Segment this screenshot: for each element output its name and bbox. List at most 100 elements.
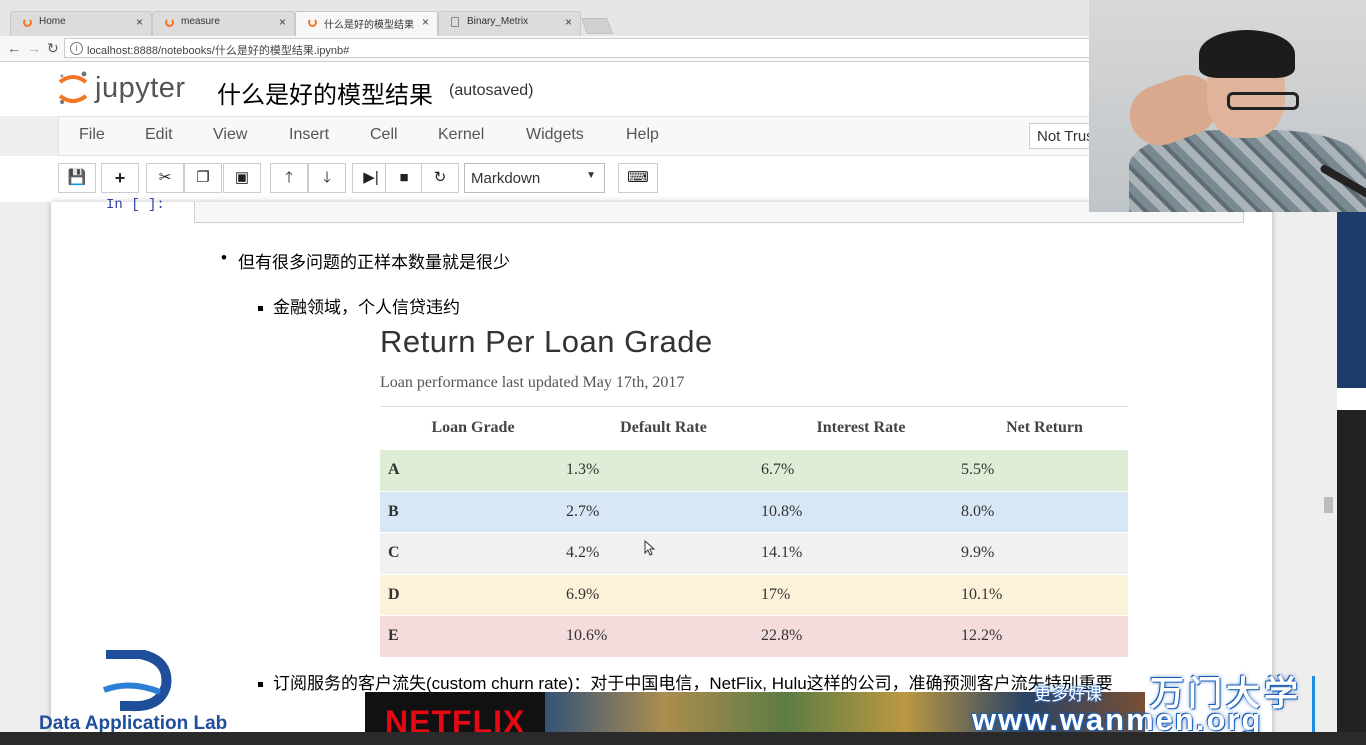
bullet-item: 但有很多问题的正样本数量就是很少 <box>221 248 510 273</box>
column-header: Net Return <box>961 406 1128 450</box>
sub-bullet-text: 金融领域，个人信贷违约 <box>273 298 460 317</box>
loan-grade-table: Loan Grade Default Rate Interest Rate Ne… <box>380 406 1128 657</box>
net-return-cell: 8.0% <box>961 490 1128 533</box>
url-text: localhost:8888/notebooks/什么是好的模型结果.ipynb… <box>87 45 350 57</box>
menu-widgets[interactable]: Widgets <box>526 126 584 144</box>
menu-edit[interactable]: Edit <box>145 126 173 144</box>
menu-cell[interactable]: Cell <box>370 126 398 144</box>
mouse-cursor-icon <box>644 540 656 556</box>
chevron-down-icon: ▼ <box>586 170 596 181</box>
grade-cell: D <box>380 573 566 616</box>
stop-icon: ■ <box>399 169 409 186</box>
paste-button[interactable]: ▣ <box>223 163 261 193</box>
close-icon[interactable]: × <box>279 15 286 29</box>
column-header: Loan Grade <box>380 406 566 450</box>
net-return-cell: 5.5% <box>961 449 1128 491</box>
paste-icon: ▣ <box>234 169 250 186</box>
back-arrow-icon[interactable]: ← <box>7 40 21 56</box>
copy-icon: ❐ <box>196 169 210 186</box>
window-edge <box>1337 388 1366 410</box>
sub-bullet-item: 订阅服务的客户流失(custom churn rate)：对于中国电信，NetF… <box>258 669 1113 694</box>
info-icon[interactable]: i <box>70 42 83 55</box>
watermark-divider <box>1312 676 1315 732</box>
close-icon[interactable]: × <box>136 15 143 29</box>
figure-subtitle: Loan performance last updated May 17th, … <box>380 374 685 391</box>
table-row: C 4.2% 14.1% 9.9% <box>380 532 1128 574</box>
net-return-cell: 10.1% <box>961 573 1128 616</box>
jupyter-icon <box>165 18 174 27</box>
add-cell-icon: + <box>114 168 126 188</box>
url-input[interactable]: i localhost:8888/notebooks/什么是好的模型结果.ipy… <box>64 38 1154 58</box>
jupyter-logo-icon[interactable] <box>57 70 89 106</box>
cut-icon: ✂ <box>158 169 172 186</box>
autosave-status: (autosaved) <box>449 82 534 99</box>
net-return-cell: 12.2% <box>961 615 1128 657</box>
menu-file[interactable]: File <box>79 126 105 144</box>
save-button[interactable]: 💾 <box>58 163 96 193</box>
close-icon[interactable]: × <box>565 15 572 29</box>
forward-arrow-icon[interactable]: → <box>27 40 41 56</box>
bullet-text: 但有很多问题的正样本数量就是很少 <box>238 253 510 272</box>
browser-tab-binary-metrix[interactable]: Binary_Metrix × <box>438 11 581 36</box>
table-header-row: Loan Grade Default Rate Interest Rate Ne… <box>380 406 1128 450</box>
run-icon: ▶| <box>363 169 379 186</box>
document-icon <box>451 17 459 27</box>
jupyter-icon <box>308 18 317 27</box>
notebook-title[interactable]: 什么是好的模型结果 <box>217 75 433 110</box>
interest-rate-cell: 22.8% <box>761 615 961 657</box>
interest-rate-cell: 14.1% <box>761 532 961 574</box>
move-up-button[interactable]: 🡑 <box>270 163 308 193</box>
figure-title: Return Per Loan Grade <box>380 324 713 359</box>
interest-rate-cell: 6.7% <box>761 449 961 491</box>
scrollbar-thumb[interactable] <box>1324 497 1333 513</box>
default-rate-cell: 10.6% <box>566 615 761 657</box>
grade-cell: B <box>380 490 566 533</box>
code-cell-input[interactable] <box>194 202 1244 223</box>
webcam-overlay <box>1089 0 1366 212</box>
menu-kernel[interactable]: Kernel <box>438 126 484 144</box>
move-down-icon: 🡓 <box>323 169 331 186</box>
jupyter-wordmark: jupyter <box>95 72 186 104</box>
tab-label: Binary_Metrix <box>467 16 529 27</box>
move-down-button[interactable]: 🡓 <box>308 163 346 193</box>
default-rate-cell: 2.7% <box>566 490 761 533</box>
restart-icon: ↻ <box>433 169 447 186</box>
close-icon[interactable]: × <box>422 15 429 29</box>
interest-rate-cell: 17% <box>761 573 961 616</box>
new-tab-button[interactable] <box>581 18 613 34</box>
menu-view[interactable]: View <box>213 126 247 144</box>
column-header: Default Rate <box>566 406 761 450</box>
tab-label: measure <box>181 16 220 27</box>
presenter-hair <box>1199 30 1295 78</box>
menu-help[interactable]: Help <box>626 126 659 144</box>
input-prompt: In [ ]: <box>106 197 165 213</box>
move-up-icon: 🡑 <box>285 169 293 186</box>
restart-button[interactable]: ↻ <box>421 163 459 193</box>
menu-insert[interactable]: Insert <box>289 126 329 144</box>
add-cell-button[interactable]: + <box>101 163 139 193</box>
reload-icon[interactable]: ↻ <box>47 40 59 57</box>
browser-tab-home[interactable]: Home × <box>10 11 152 36</box>
cell-type-select[interactable]: Markdown ▼ <box>464 163 605 193</box>
copy-button[interactable]: ❐ <box>184 163 222 193</box>
cell-type-value: Markdown <box>471 170 541 187</box>
sub-bullet-text: 订阅服务的客户流失(custom churn rate)：对于中国电信，NetF… <box>273 674 1113 693</box>
interest-rate-cell: 10.8% <box>761 490 961 533</box>
sub-bullet-item: 金融领域，个人信贷违约 <box>258 293 460 318</box>
default-rate-cell: 1.3% <box>566 449 761 491</box>
save-icon: 💾 <box>67 169 87 186</box>
video-control-bar <box>0 732 1366 745</box>
table-row: E 10.6% 22.8% 12.2% <box>380 615 1128 657</box>
browser-tab-notebook[interactable]: 什么是好的模型结果 × <box>295 11 438 36</box>
cut-button[interactable]: ✂ <box>146 163 184 193</box>
keyboard-icon: ⌨ <box>627 169 649 186</box>
stop-button[interactable]: ■ <box>385 163 423 193</box>
table-row: B 2.7% 10.8% 8.0% <box>380 490 1128 533</box>
command-palette-button[interactable]: ⌨ <box>618 163 658 193</box>
grade-cell: A <box>380 449 566 491</box>
column-header: Interest Rate <box>761 406 961 450</box>
square-bullet-icon <box>258 306 263 312</box>
browser-tab-measure[interactable]: measure × <box>152 11 295 36</box>
menu-bar: File Edit View Insert Cell Kernel Widget… <box>58 116 1158 156</box>
dark-panel <box>1337 410 1366 745</box>
